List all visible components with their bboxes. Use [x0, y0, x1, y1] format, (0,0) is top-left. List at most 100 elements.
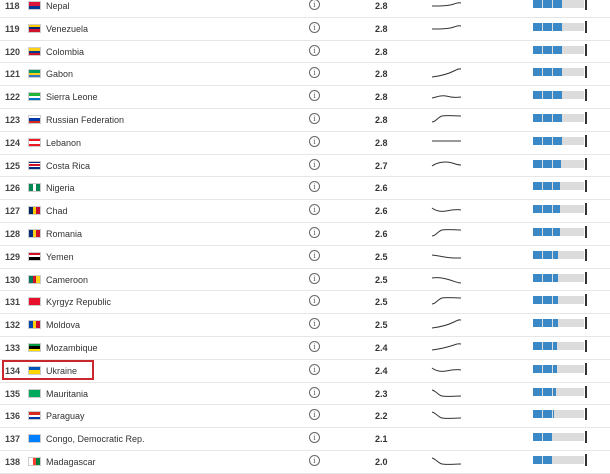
score-bar-segment: [553, 22, 563, 31]
country-link[interactable]: Sierra Leone: [46, 92, 98, 102]
score-bar-segment: [543, 22, 553, 31]
score-value: 2.8: [375, 69, 388, 80]
table-row[interactable]: 125 Costa Rica i 2.7: [0, 155, 610, 178]
info-icon[interactable]: i: [309, 249, 320, 261]
rank-label: 118: [5, 1, 20, 11]
score-bar-segment: [533, 205, 543, 214]
country-link[interactable]: Mozambique: [46, 343, 98, 353]
table-row[interactable]: 130 Cameroon i 2.5: [0, 269, 610, 292]
table-row[interactable]: 129 Yemen i 2.5: [0, 246, 610, 269]
bar-end-marker: [585, 89, 587, 102]
score-bar-segment: [543, 227, 553, 236]
info-icon[interactable]: i: [309, 226, 320, 238]
bar-end-marker: [585, 43, 587, 56]
country-link[interactable]: Romania: [46, 229, 82, 239]
score-bar-segment: [543, 0, 553, 8]
info-icon[interactable]: i: [309, 181, 320, 193]
info-icon[interactable]: i: [309, 21, 320, 33]
info-icon[interactable]: i: [309, 90, 320, 102]
table-row[interactable]: 120 Colombia i 2.8: [0, 41, 610, 64]
country-link[interactable]: Mauritania: [46, 389, 88, 399]
table-row[interactable]: 127 Chad i 2.6: [0, 200, 610, 223]
score-bar-segment: [533, 455, 543, 464]
score-value: 2.8: [375, 137, 388, 148]
info-icon[interactable]: i: [309, 318, 320, 330]
country-link[interactable]: Cameroon: [46, 275, 88, 285]
info-icon[interactable]: i: [309, 67, 320, 79]
score-bar-segment: [543, 433, 553, 442]
score-bar-segment: [533, 341, 543, 350]
info-icon[interactable]: i: [309, 135, 320, 147]
trend-sparkline: [431, 343, 462, 351]
info-icon[interactable]: i: [309, 363, 320, 375]
rank-label: 130: [5, 274, 21, 285]
country-link[interactable]: Madagascar: [46, 457, 96, 467]
country-link[interactable]: Gabon: [46, 69, 73, 79]
country-link[interactable]: Congo, Democratic Rep.: [46, 434, 145, 444]
info-icon[interactable]: i: [309, 272, 320, 284]
table-row[interactable]: 128 Romania i 2.6: [0, 223, 610, 246]
country-link[interactable]: Paraguay: [46, 411, 85, 421]
info-icon[interactable]: i: [309, 158, 320, 170]
score-value: 2.8: [375, 46, 388, 57]
flag-icon: [28, 183, 41, 193]
table-row[interactable]: 132 Moldova i 2.5: [0, 314, 610, 337]
score-value: 2.8: [375, 114, 388, 125]
bar-end-marker: [585, 271, 587, 284]
table-row[interactable]: 119 Venezuela i 2.8: [0, 18, 610, 41]
score-value: 2.6: [375, 206, 388, 217]
info-icon[interactable]: i: [309, 112, 320, 124]
table-row[interactable]: 137 Congo, Democratic Rep. i 2.1: [0, 428, 610, 451]
score-bar-segment: [543, 455, 553, 464]
flag-icon: [28, 388, 41, 398]
info-icon[interactable]: i: [309, 409, 320, 421]
flag-icon: [28, 434, 41, 444]
country-link[interactable]: Chad: [46, 206, 68, 216]
score-bar-segment: [553, 387, 556, 396]
score-bar-segment: [533, 22, 543, 31]
country-link[interactable]: Nepal: [46, 1, 70, 11]
table-row[interactable]: 135 Mauritania i 2.3: [0, 383, 610, 406]
info-icon[interactable]: i: [309, 295, 320, 307]
table-row[interactable]: 118 Nepal i 2.8: [0, 0, 610, 18]
table-row[interactable]: 133 Mozambique i 2.4: [0, 337, 610, 360]
country-link[interactable]: Lebanon: [46, 138, 81, 148]
trend-sparkline: [431, 411, 462, 420]
table-row[interactable]: 126 Nigeria i 2.6: [0, 177, 610, 201]
score-bar-segment: [543, 341, 553, 350]
score-bar: [533, 410, 584, 419]
country-link[interactable]: Russian Federation: [46, 115, 124, 125]
table-row[interactable]: 124 Lebanon i 2.8: [0, 132, 610, 155]
country-link[interactable]: Nigeria: [46, 183, 75, 193]
info-icon[interactable]: i: [309, 0, 320, 10]
table-row[interactable]: 136 Paraguay i 2.2: [0, 405, 610, 429]
country-link[interactable]: Colombia: [46, 47, 84, 57]
bar-end-marker: [585, 180, 587, 193]
table-row[interactable]: 131 Kyrgyz Republic i 2.5: [0, 291, 610, 315]
info-icon[interactable]: i: [309, 432, 320, 444]
flag-icon: [28, 297, 41, 307]
rank-label: 124: [5, 137, 21, 148]
info-icon[interactable]: i: [309, 340, 320, 352]
trend-sparkline: [431, 389, 462, 397]
table-row[interactable]: 123 Russian Federation i 2.8: [0, 109, 610, 132]
info-icon[interactable]: i: [309, 454, 320, 466]
score-bar-segment: [543, 159, 553, 168]
country-link[interactable]: Costa Rica: [46, 161, 90, 171]
score-bar-segment: [553, 205, 560, 214]
info-icon[interactable]: i: [309, 386, 320, 398]
country-link[interactable]: Kyrgyz Republic: [46, 297, 111, 307]
table-row[interactable]: 122 Sierra Leone i 2.8: [0, 86, 610, 109]
info-icon[interactable]: i: [309, 44, 320, 56]
score-value: 2.5: [375, 251, 388, 262]
score-bar-segment: [543, 68, 553, 77]
score-bar-segment: [533, 296, 543, 305]
table-row[interactable]: 121 Gabon i 2.8: [0, 63, 610, 87]
score-value: 2.0: [375, 456, 388, 467]
country-link[interactable]: Venezuela: [46, 24, 88, 34]
table-row[interactable]: 138 Madagascar i 2.0: [0, 451, 610, 474]
info-icon[interactable]: i: [309, 204, 320, 216]
flag-icon: [28, 160, 41, 170]
country-link[interactable]: Moldova: [46, 320, 80, 330]
country-link[interactable]: Yemen: [46, 252, 74, 262]
